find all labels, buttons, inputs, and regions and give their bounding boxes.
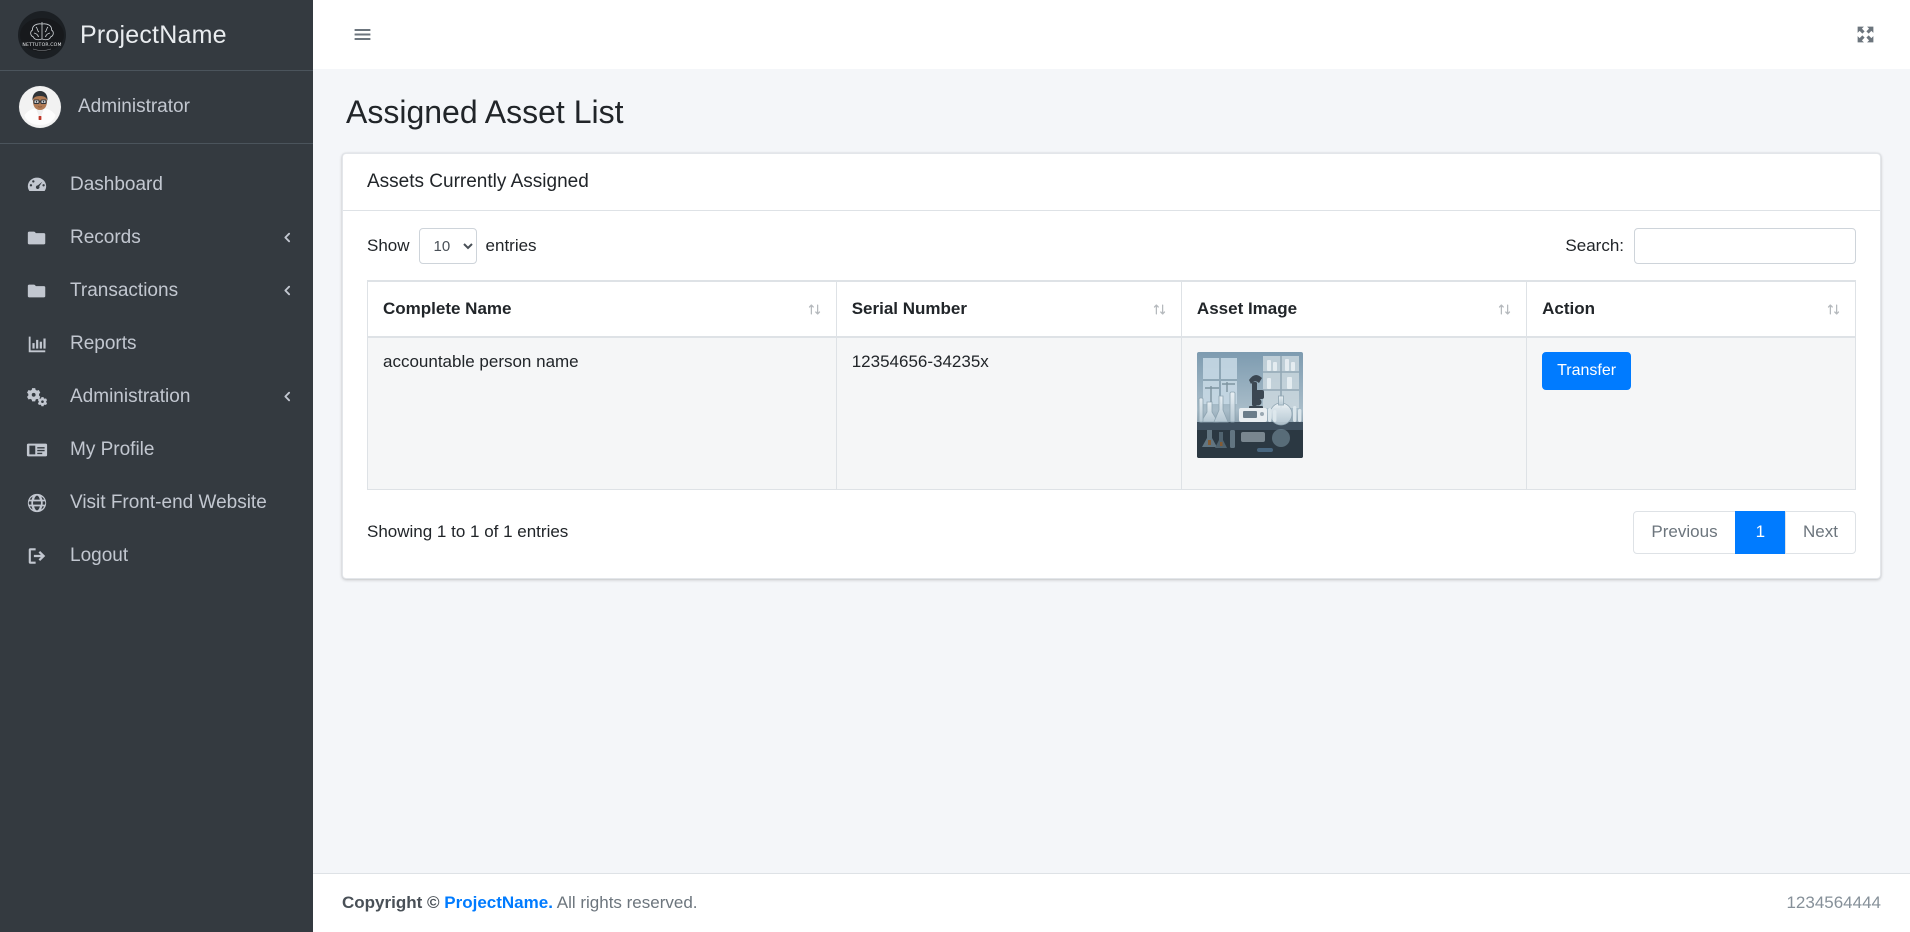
sidebar-item-label: Transactions — [70, 279, 179, 301]
pagination-next[interactable]: Next — [1785, 510, 1856, 554]
hamburger-icon[interactable] — [343, 16, 381, 54]
datatable-search-control: Search: — [1565, 228, 1856, 265]
copyright-prefix: Copyright © — [342, 893, 440, 912]
sidebar-item-visit-front-end-website[interactable]: Visit Front-end Website — [0, 476, 313, 529]
svg-text:NETTUTOR.COM: NETTUTOR.COM — [22, 42, 61, 48]
id-card-icon — [26, 439, 58, 461]
folder-icon — [26, 227, 58, 249]
table-body: accountable person name 12354656-34235x — [367, 336, 1856, 490]
sidebar-item-transactions[interactable]: Transactions — [0, 264, 313, 317]
tachometer-icon — [26, 174, 58, 196]
topbar — [313, 0, 1910, 69]
main-area: Assigned Asset List Assets Currently Ass… — [313, 0, 1910, 932]
column-label: Complete Name — [383, 299, 512, 319]
sidebar-item-my-profile[interactable]: My Profile — [0, 423, 313, 476]
folder-icon — [26, 280, 58, 302]
datatable-length-control: Show 10 25 50 100 entries — [367, 228, 537, 265]
column-header-action[interactable]: Action — [1526, 280, 1856, 339]
cogs-icon — [26, 385, 58, 408]
transfer-button[interactable]: Transfer — [1542, 352, 1632, 390]
search-label: Search: — [1565, 236, 1624, 256]
column-header-complete-name[interactable]: Complete Name — [367, 280, 837, 339]
topbar-left — [343, 16, 381, 54]
footer-rights: All rights reserved. — [556, 893, 698, 912]
column-label: Action — [1542, 299, 1596, 319]
sidebar-item-administration[interactable]: Administration — [0, 370, 313, 423]
sort-icon — [1152, 302, 1167, 317]
show-label: Show — [367, 236, 410, 256]
pagination-previous[interactable]: Previous — [1633, 510, 1736, 554]
footer-brand-link[interactable]: ProjectName. — [444, 893, 553, 912]
brand-title: ProjectName — [80, 20, 227, 49]
brand-logo-icon: NETTUTOR.COM — [18, 11, 66, 59]
brand-header[interactable]: NETTUTOR.COM ProjectName — [0, 0, 313, 71]
entries-per-page-select[interactable]: 10 25 50 100 — [418, 228, 477, 265]
card-header-title: Assets Currently Assigned — [343, 154, 1880, 212]
user-panel[interactable]: Administrator — [0, 71, 313, 144]
card-body: Show 10 25 50 100 entries Search: — [343, 211, 1880, 577]
datatable-controls: Show 10 25 50 100 entries Search: — [367, 228, 1856, 265]
asset-image-thumbnail[interactable] — [1196, 352, 1303, 459]
datatable-footer: Showing 1 to 1 of 1 entries Previous 1 N… — [367, 510, 1856, 554]
sidebar-item-logout[interactable]: Logout — [0, 529, 313, 582]
page-content: Assigned Asset List Assets Currently Ass… — [313, 69, 1910, 873]
page-title: Assigned Asset List — [346, 94, 624, 130]
assets-card: Assets Currently Assigned Show 10 25 50 … — [342, 153, 1881, 579]
sidebar-item-label: Logout — [70, 544, 129, 566]
pagination-page-1[interactable]: 1 — [1734, 510, 1787, 554]
sign-out-icon — [26, 545, 58, 567]
table-header-row: Complete Name Serial Number Asset Image … — [367, 280, 1856, 339]
footer-copyright: Copyright © ProjectName. All rights rese… — [342, 893, 698, 913]
avatar — [18, 85, 62, 129]
topbar-right — [1846, 16, 1884, 54]
chart-bar-icon — [26, 333, 58, 355]
column-header-asset-image[interactable]: Asset Image — [1180, 280, 1528, 339]
user-name: Administrator — [78, 96, 190, 117]
sidebar-nav: Dashboard Records Transactions Reports A… — [0, 144, 313, 582]
sidebar-item-label: Records — [70, 226, 141, 248]
search-input[interactable] — [1634, 228, 1856, 265]
entries-label: entries — [485, 236, 537, 256]
column-label: Serial Number — [851, 299, 967, 319]
datatable-info: Showing 1 to 1 of 1 entries — [367, 522, 569, 542]
cell-asset-image — [1180, 336, 1528, 490]
chevron-left-icon — [281, 284, 300, 297]
column-label: Asset Image — [1196, 299, 1298, 319]
chevron-left-icon — [281, 231, 300, 244]
cell-action: Transfer — [1526, 336, 1856, 490]
assigned-assets-table: Complete Name Serial Number Asset Image … — [367, 280, 1856, 490]
sidebar-item-records[interactable]: Records — [0, 211, 313, 264]
sidebar: NETTUTOR.COM ProjectName Administrator D… — [0, 0, 313, 932]
sidebar-item-reports[interactable]: Reports — [0, 317, 313, 370]
footer: Copyright © ProjectName. All rights rese… — [313, 873, 1910, 932]
app-root: NETTUTOR.COM ProjectName Administrator D… — [0, 0, 1910, 932]
sidebar-item-label: Reports — [70, 332, 137, 354]
expand-arrows-icon[interactable] — [1846, 16, 1884, 54]
sidebar-item-label: Visit Front-end Website — [70, 491, 267, 513]
table-head: Complete Name Serial Number Asset Image … — [367, 280, 1856, 339]
table-row: accountable person name 12354656-34235x — [367, 336, 1856, 490]
pagination: Previous 1 Next — [1633, 510, 1856, 554]
chevron-left-icon — [281, 390, 300, 403]
sort-icon — [1497, 302, 1512, 317]
sidebar-item-dashboard[interactable]: Dashboard — [0, 158, 313, 211]
sort-icon — [807, 302, 822, 317]
sidebar-item-label: Dashboard — [70, 173, 163, 195]
footer-version: 1234564444 — [1786, 893, 1881, 912]
column-header-serial-number[interactable]: Serial Number — [835, 280, 1182, 339]
globe-icon — [26, 492, 58, 514]
cell-serial-number: 12354656-34235x — [835, 336, 1182, 490]
sidebar-item-label: My Profile — [70, 438, 155, 460]
cell-complete-name: accountable person name — [367, 336, 837, 490]
sidebar-item-label: Administration — [70, 385, 191, 407]
sort-icon — [1826, 302, 1841, 317]
